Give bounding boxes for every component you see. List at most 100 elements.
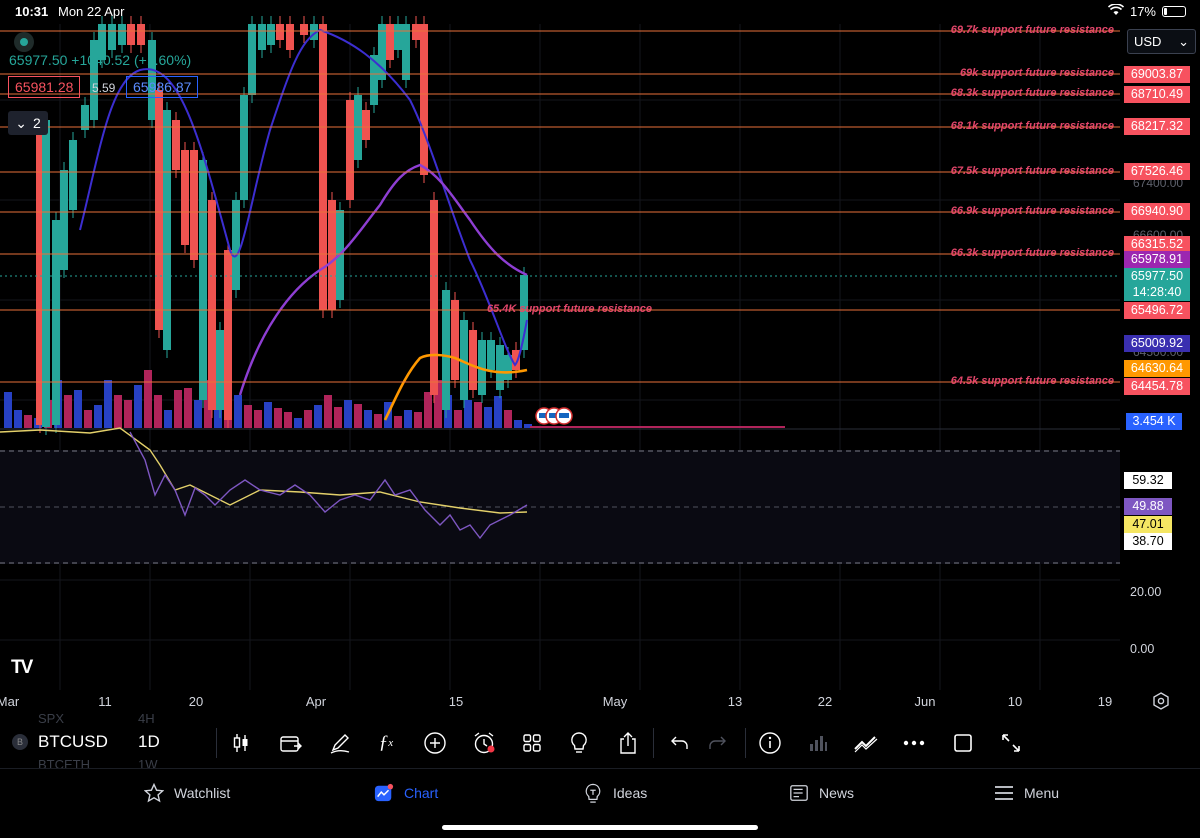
candles-icon[interactable] [228,730,254,756]
volume-bar [404,410,412,428]
volume-bar [234,395,242,428]
volume-bar [114,395,122,428]
next-interval[interactable]: 1W [138,757,158,772]
candle-body [430,200,438,395]
trend-icon[interactable] [853,730,879,756]
rsi-upper-tag: 59.32 [1124,472,1172,489]
home-indicator[interactable] [442,825,758,830]
rsi-axis-label: 20.00 [1130,585,1162,599]
layout-icon[interactable] [519,730,545,756]
news-icon [789,783,809,803]
candle-body [181,150,189,245]
level-label: 67.5k support future resistance [950,165,1114,177]
undo-icon[interactable] [667,730,693,756]
price-change-pct: (+1.60%) [133,52,192,68]
more-icon[interactable] [901,730,927,756]
ideas-icon[interactable] [566,730,592,756]
add-icon[interactable] [422,730,448,756]
price-tag: 65978.91 [1124,251,1190,268]
redo-icon[interactable] [704,730,730,756]
stats-icon[interactable] [805,730,831,756]
nav-menu[interactable]: Menu [994,783,1059,803]
candle-body [127,24,135,45]
volume-bar [354,404,362,428]
sell-button[interactable]: 65981.28 [8,76,81,98]
tradingview-logo[interactable]: TV [11,657,33,679]
volume-bar [14,410,22,428]
candle-body [286,24,294,50]
indicators-icon[interactable]: ƒx [373,730,399,756]
interval[interactable]: 1D [138,732,160,752]
replay-icon[interactable] [278,730,304,756]
candle-body [420,24,428,175]
rsi-ma-tag: 47.01 [1124,516,1172,533]
volume-bar [454,410,462,428]
buy-button[interactable]: 65986.87 [126,76,199,98]
nav-news[interactable]: News [789,783,854,803]
x-axis-label: Mar [0,694,20,709]
volume-bar [514,420,522,428]
x-axis-label: Jun [914,694,936,709]
volume-bar [374,414,382,428]
chart-canvas[interactable] [0,0,1200,720]
visibility-toggle-icon[interactable] [14,32,34,52]
level-label: 69k support future resistance [959,67,1114,79]
volume-bar [4,392,12,428]
app-root: 10:31 Mon 22 Apr 17% 65977.50 +1040.52 (… [0,0,1200,838]
x-axis-label: May [602,694,628,709]
volume-bar [154,395,162,428]
alert-icon[interactable] [471,730,497,756]
divider [216,728,217,758]
candle-body [267,24,275,45]
candle-body [362,110,370,140]
x-axis-label: 22 [817,694,833,709]
price-tag: 65496.72 [1124,302,1190,319]
fullscreen-square-icon[interactable] [950,730,976,756]
spread-value: 5.59 [92,81,116,95]
layout-count: 2 [32,115,41,131]
nav-chart[interactable]: Chart [374,783,438,803]
rsi-value-tag: 49.88 [1124,498,1172,515]
divider [653,728,654,758]
candle-body [328,200,336,310]
share-icon[interactable] [615,730,641,756]
x-axis-label: 13 [727,694,743,709]
rsi-lower-tag: 38.70 [1124,533,1172,550]
volume-bar [134,385,142,428]
nav-label: Menu [1024,785,1060,801]
candle-body [276,24,284,40]
volume-bar [414,412,422,428]
volume-bar [274,408,282,428]
chart-icon [374,783,394,803]
candle-body [442,290,450,410]
volume-bar [284,412,292,428]
nav-ideas[interactable]: Ideas [583,783,647,803]
info-icon[interactable] [757,730,783,756]
level-label: 66.3k support future resistance [950,247,1114,259]
candle-body [469,330,477,390]
price-tag: 66940.90 [1124,203,1190,220]
price-tag: 14:28:40 [1124,284,1190,301]
nav-watchlist[interactable]: Watchlist [144,783,230,803]
candle-body [81,105,89,130]
next-symbol[interactable]: BTCETH [38,757,90,772]
last-price: 65977.50 [9,52,68,68]
chevron-down-icon: ⌄ [1178,33,1189,49]
prev-symbol[interactable]: SPX [38,711,64,726]
level-label: 66.9k support future resistance [950,205,1114,217]
volume-bar [484,407,492,428]
prev-interval[interactable]: 4H [138,711,155,726]
volume-bar [94,405,102,428]
candle-body [69,140,77,210]
candle-body [163,110,171,350]
draw-icon[interactable] [327,730,353,756]
expand-icon[interactable] [998,730,1024,756]
candle-body [412,24,420,40]
candle-body [137,24,145,45]
settings-gear-icon[interactable] [1152,692,1170,710]
symbol-name[interactable]: BTCUSD [38,732,108,752]
x-axis-label: 20 [188,694,204,709]
volume-bar [344,400,352,428]
layout-count-button[interactable]: ⌄ 2 [8,111,48,135]
currency-select[interactable]: USD ⌄ [1127,29,1196,54]
